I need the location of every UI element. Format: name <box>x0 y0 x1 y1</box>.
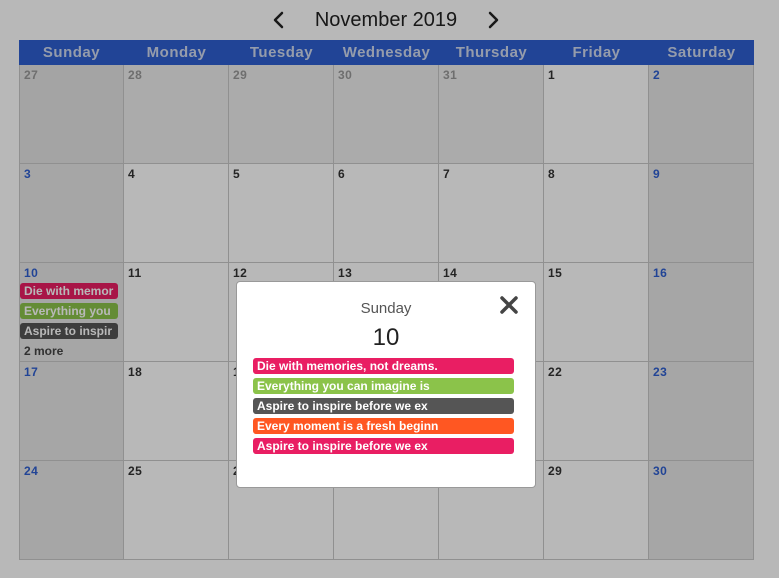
popup-event[interactable]: Aspire to inspire before we ex <box>253 438 514 454</box>
day-events-popup: Sunday 10 Die with memories, not dreams.… <box>236 281 536 488</box>
popup-event[interactable]: Everything you can imagine is <box>253 378 514 394</box>
close-button[interactable] <box>499 295 519 315</box>
popup-event[interactable]: Aspire to inspire before we ex <box>253 398 514 414</box>
popup-event[interactable]: Die with memories, not dreams. <box>253 358 514 374</box>
calendar: November 2019 Sunday Monday Tuesday Wedn… <box>0 0 779 578</box>
close-icon <box>500 296 518 314</box>
popup-event[interactable]: Every moment is a fresh beginn <box>253 418 514 434</box>
popup-day-number: 10 <box>372 324 400 351</box>
popup-weekday: Sunday <box>360 300 412 317</box>
